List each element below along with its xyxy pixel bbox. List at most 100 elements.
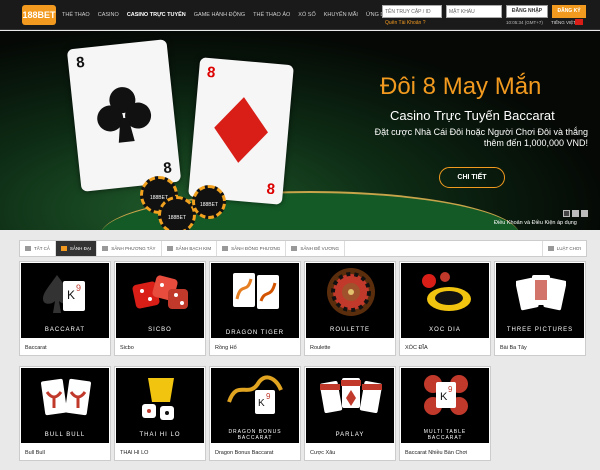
main-nav: THỂ THAO CASINO CASINO TRỰC TUYẾN GAME H… [62, 0, 405, 30]
game-tile-multi-table-baccarat[interactable]: K9 MULTI TABLE BACCARAT Baccarat Nhiều B… [399, 366, 491, 461]
game-thumb-text: MULTI TABLE BACCARAT [423, 429, 467, 441]
tab-label: SẢNH BẠCH KIM [175, 246, 212, 251]
nav-item-action-games[interactable]: GAME HÀNH ĐỘNG [194, 12, 245, 18]
logo[interactable]: 188BET [22, 5, 56, 25]
carousel-dot[interactable] [563, 210, 570, 217]
game-thumb-text: THREE PICTURES [506, 327, 574, 333]
top-bar: 188BET THỂ THAO CASINO CASINO TRỰC TUYẾN… [0, 0, 600, 30]
tab-emperor-hall[interactable]: SẢNH ĐẾ VƯƠNG [286, 241, 346, 256]
game-thumb-text: ROULETTE [329, 327, 370, 333]
banner-subtitle: Casino Trực Tuyến Baccarat [390, 108, 555, 123]
bull-card-icon [41, 378, 91, 416]
roulette-wheel-icon [327, 268, 375, 316]
diamond-icon [214, 97, 268, 163]
svg-text:K: K [67, 288, 75, 302]
game-thumbnail: SICBO [116, 263, 204, 338]
clubs-card: 8 8 [66, 39, 182, 192]
game-thumb-text: XOC DIA [429, 327, 461, 333]
fan-icon [222, 246, 229, 251]
game-thumbnail: K9 BACCARAT [21, 263, 109, 338]
spade-k9-icon: K9 [43, 275, 85, 313]
game-thumb-text: DRAGON BONUS BACCARAT [228, 429, 282, 441]
tab-label: SẢNH ĐẾ VƯƠNG [300, 246, 340, 251]
tab-label: TẤT CẢ [34, 246, 50, 251]
svg-text:9: 9 [76, 283, 81, 293]
dice-cup-icon [142, 378, 174, 420]
lobby-tabs: TẤT CẢ SẢNH ĐẠI SẢNH PHƯƠNG TÂY SẢNH BẠC… [19, 240, 587, 257]
three-cards-icon [516, 275, 566, 311]
game-tile-thai-hi-lo[interactable]: THAI HI LO THAI HI LO [114, 366, 206, 461]
nav-item-casino[interactable]: CASINO [98, 12, 119, 18]
dragon-card-icon [233, 273, 279, 309]
svg-text:K: K [440, 391, 448, 403]
carousel-dot[interactable] [581, 210, 588, 217]
game-tile-parlay[interactable]: PARLAY Cược Xâu [304, 366, 396, 461]
card-rank: 8 [265, 180, 276, 199]
game-tile-bull-bull[interactable]: BULL BULL Bull Bull [19, 366, 111, 461]
game-label: Dragon Bonus Baccarat [215, 450, 274, 456]
diamond-icon [166, 246, 173, 251]
tab-platinum-hall[interactable]: SẢNH BẠCH KIM [162, 241, 218, 256]
carousel-dot[interactable] [572, 210, 579, 217]
tab-all[interactable]: TẤT CẢ [20, 241, 56, 256]
grid-icon [25, 246, 31, 251]
star-icon [102, 246, 109, 251]
hall-icon [60, 246, 67, 251]
tab-oriental-hall[interactable]: SẢNH ĐÔNG PHƯƠNG [217, 241, 287, 256]
vietnam-flag-icon[interactable] [575, 19, 583, 25]
nav-item-live-casino[interactable]: CASINO TRỰC TUYẾN [127, 12, 186, 18]
bowl-coins-icon [422, 272, 471, 311]
game-tile-sicbo[interactable]: SICBO Sicbo [114, 261, 206, 356]
game-thumbnail: DRAGON TIGER [211, 263, 299, 338]
game-label: Sicbo [120, 345, 134, 351]
login-button[interactable]: ĐĂNG NHẬP [506, 5, 548, 18]
crown-icon [291, 246, 298, 251]
game-label: XÓC ĐĨA [405, 345, 428, 351]
dice-icon [132, 275, 188, 309]
casino-chip-icon: 188BET [192, 185, 226, 219]
language-selector[interactable]: TIẾNG VIỆT [551, 20, 576, 25]
nav-item-sports[interactable]: THỂ THAO [62, 12, 90, 18]
game-thumbnail: THAI HI LO [116, 368, 204, 443]
details-button[interactable]: CHI TIẾT [439, 167, 505, 188]
rules-icon [547, 246, 554, 251]
game-tile-roulette[interactable]: ROULETTE Roulette [304, 261, 396, 356]
game-label: Cược Xâu [310, 450, 336, 456]
game-thumb-text: DRAGON TIGER [225, 330, 285, 336]
register-button[interactable]: ĐĂNG KÝ [552, 5, 586, 18]
game-thumb-text: THAI HI LO [139, 432, 181, 438]
game-thumbnail: THREE PICTURES [496, 263, 584, 338]
game-tile-dragon-tiger[interactable]: DRAGON TIGER Rồng Hổ [209, 261, 301, 356]
tab-label: SẢNH PHƯƠNG TÂY [111, 246, 156, 251]
password-input[interactable]: MẬT KHẨU [446, 5, 502, 18]
game-tile-baccarat[interactable]: K9 BACCARAT Baccarat [19, 261, 111, 356]
nav-item-promotions[interactable]: KHUYẾN MÃI [324, 12, 358, 18]
diamonds-card: 8 8 [188, 57, 294, 205]
forgot-account-link[interactable]: Quên Tài Khoản ? [385, 20, 426, 26]
nav-item-lottery[interactable]: XỔ SỐ [298, 12, 315, 18]
game-tile-dragon-bonus-baccarat[interactable]: K9 DRAGON BONUS BACCARAT Dragon Bonus Ba… [209, 366, 301, 461]
card-rank: 8 [75, 53, 86, 72]
svg-text:K: K [258, 398, 265, 409]
username-input[interactable]: TÊN TRUY CẬP / ID [382, 5, 442, 18]
game-rules-link[interactable]: LUẬT CHƠI [541, 241, 586, 256]
tab-grand-hall[interactable]: SẢNH ĐẠI [55, 241, 98, 256]
game-thumb-text: SICBO [148, 327, 172, 333]
game-thumb-text: BACCARAT [44, 327, 86, 333]
game-label: Bull Bull [25, 450, 45, 456]
game-tile-xoc-dia[interactable]: XOC DIA XÓC ĐĨA [399, 261, 491, 356]
nav-item-virtual-sports[interactable]: THỂ THAO ẢO [253, 12, 290, 18]
terms-link[interactable]: Điều Khoản và Điều Kiện áp dụng [494, 220, 577, 226]
game-tile-three-pictures[interactable]: THREE PICTURES Bài Ba Tây [494, 261, 586, 356]
game-label: Roulette [310, 345, 331, 351]
game-thumb-text: BULL BULL [44, 432, 86, 438]
tab-western-hall[interactable]: SẢNH PHƯƠNG TÂY [97, 241, 162, 256]
tab-label: SẢNH ĐÔNG PHƯƠNG [231, 246, 281, 251]
promo-banner[interactable]: 8 8 8 8 188BET 188BET 188BET Đôi 8 May M… [0, 31, 600, 230]
game-label: Rồng Hổ [215, 345, 237, 351]
card-rank: 8 [162, 159, 173, 178]
multi-chip-icon: K9 [424, 375, 468, 415]
game-label: THAI HI LO [120, 450, 149, 456]
club-icon [97, 87, 152, 143]
svg-text:9: 9 [448, 385, 453, 394]
